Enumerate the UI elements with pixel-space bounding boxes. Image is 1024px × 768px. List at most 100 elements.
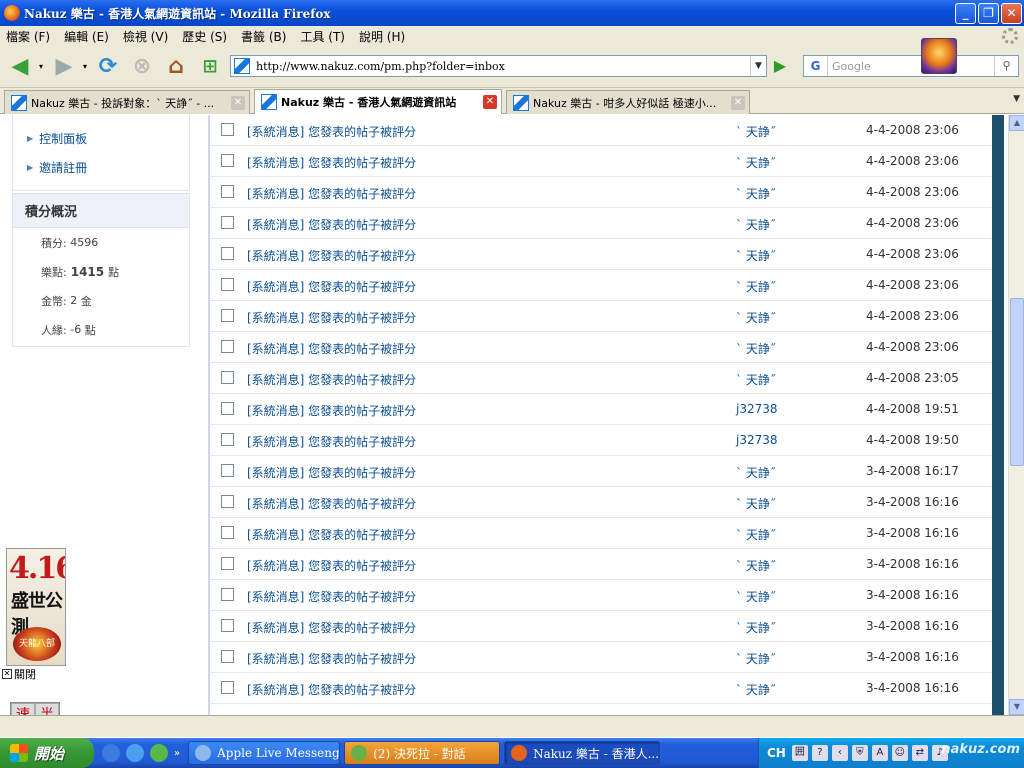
message-subject-link[interactable]: [系統消息] 您發表的帖子被評分	[247, 681, 416, 698]
message-sender-link[interactable]: ` 天諍˝	[736, 371, 776, 388]
message-subject-link[interactable]: [系統消息] 您發表的帖子被評分	[247, 526, 416, 543]
search-engine-icon[interactable]: G	[804, 56, 828, 76]
media-icon[interactable]	[150, 744, 168, 762]
sidebar-item-control-panel[interactable]: ▶ 控制面板	[12, 127, 190, 149]
message-row[interactable]: [系統消息] 您發表的帖子被評分 ` 天諍˝ 4-4-2008 23:06	[210, 270, 992, 301]
message-checkbox[interactable]	[221, 526, 234, 539]
shield-icon[interactable]: ⛨	[851, 745, 868, 761]
message-sender-link[interactable]: ` 天諍˝	[736, 185, 776, 202]
tab-complaint[interactable]: Nakuz 樂古 - 投訴對象：` 天諍˝ - ... ✕	[4, 90, 250, 114]
go-icon[interactable]: ▶	[770, 56, 790, 76]
network-icon[interactable]: ⇄	[911, 745, 928, 761]
ie-icon[interactable]	[126, 744, 144, 762]
message-row[interactable]: [系統消息] 您發表的帖子被評分 ` 天諍˝ 3-4-2008 16:16	[210, 673, 992, 704]
tab-close-icon[interactable]: ✕	[483, 95, 497, 109]
tab-close-icon[interactable]: ✕	[231, 95, 245, 110]
message-row[interactable]: [系統消息] 您發表的帖子被評分 ` 天諍˝ 3-4-2008 16:16	[210, 518, 992, 549]
message-subject-link[interactable]: [系統消息] 您發表的帖子被評分	[247, 247, 416, 264]
message-checkbox[interactable]	[221, 433, 234, 446]
task-messenger[interactable]: Apple Live Messenger	[188, 741, 341, 765]
message-checkbox[interactable]	[221, 681, 234, 694]
message-sender-link[interactable]: ` 天諍˝	[736, 216, 776, 233]
message-row[interactable]: [系統消息] 您發表的帖子被評分 ` 天諍˝ 4-4-2008 23:06	[210, 146, 992, 177]
search-icon[interactable]: ⚲	[994, 56, 1018, 76]
new-tab-icon[interactable]: ⊞	[196, 52, 224, 80]
message-subject-link[interactable]: [系統消息] 您發表的帖子被評分	[247, 402, 416, 419]
menu-history[interactable]: 歷史 (S)	[182, 28, 227, 45]
message-checkbox[interactable]	[221, 216, 234, 229]
message-checkbox[interactable]	[221, 402, 234, 415]
maximize-button[interactable]: ❐	[978, 2, 999, 24]
message-row[interactable]: [系統消息] 您發表的帖子被評分 ` 天諍˝ 3-4-2008 16:17	[210, 456, 992, 487]
minimize-button[interactable]: _	[955, 2, 976, 24]
close-window-button[interactable]: ✕	[1001, 2, 1022, 24]
message-checkbox[interactable]	[221, 464, 234, 477]
message-row[interactable]: [系統消息] 您發表的帖子被評分 ` 天諍˝ 4-4-2008 23:06	[210, 177, 992, 208]
message-sender-link[interactable]: ` 天諍˝	[736, 495, 776, 512]
message-subject-link[interactable]: [系統消息] 您發表的帖子被評分	[247, 185, 416, 202]
url-bar[interactable]: http://www.nakuz.com/pm.php?folder=inbox…	[230, 55, 767, 77]
message-checkbox[interactable]	[221, 588, 234, 601]
menu-bookmarks[interactable]: 書籤 (B)	[241, 28, 286, 45]
scroll-up-icon[interactable]: ▲	[1009, 115, 1024, 131]
message-checkbox[interactable]	[221, 340, 234, 353]
menu-tools[interactable]: 工具 (T)	[300, 28, 345, 45]
tab-close-icon[interactable]: ✕	[731, 95, 745, 110]
message-subject-link[interactable]: [系統消息] 您發表的帖子被評分	[247, 650, 416, 667]
message-sender-link[interactable]: ` 天諍˝	[736, 278, 776, 295]
message-row[interactable]: [系統消息] 您發表的帖子被評分 ` 天諍˝ 4-4-2008 23:06	[210, 239, 992, 270]
message-sender-link[interactable]: ` 天諍˝	[736, 681, 776, 698]
message-subject-link[interactable]: [系統消息] 您發表的帖子被評分	[247, 278, 416, 295]
message-row[interactable]: [系統消息] 您發表的帖子被評分 ` 天諍˝ 3-4-2008 16:16	[210, 611, 992, 642]
message-sender-link[interactable]: j32738	[736, 402, 778, 416]
tab-list-icon[interactable]: ▼	[1013, 94, 1020, 104]
message-sender-link[interactable]: ` 天諍˝	[736, 123, 776, 140]
message-subject-link[interactable]: [系統消息] 您發表的帖子被評分	[247, 495, 416, 512]
menu-help[interactable]: 說明 (H)	[359, 28, 405, 45]
message-subject-link[interactable]: [系統消息] 您發表的帖子被評分	[247, 216, 416, 233]
search-box[interactable]: G Google ⚲	[803, 55, 1019, 77]
message-subject-link[interactable]: [系統消息] 您發表的帖子被評分	[247, 557, 416, 574]
close-icon[interactable]: ✕	[2, 669, 12, 679]
message-sender-link[interactable]: ` 天諍˝	[736, 340, 776, 357]
sidebar-item-label[interactable]: 控制面板	[39, 130, 87, 147]
message-checkbox[interactable]	[221, 619, 234, 632]
message-subject-link[interactable]: [系統消息] 您發表的帖子被評分	[247, 123, 416, 140]
message-row[interactable]: [系統消息] 您發表的帖子被評分 ` 天諍˝ 4-4-2008 23:06	[210, 332, 992, 363]
start-button[interactable]: 開始	[0, 738, 94, 768]
message-row[interactable]: [系統消息] 您發表的帖子被評分 ` 天諍˝ 3-4-2008 16:16	[210, 487, 992, 518]
message-row[interactable]: [系統消息] 您發表的帖子被評分 ` 天諍˝ 4-4-2008 23:06	[210, 301, 992, 332]
message-sender-link[interactable]: ` 天諍˝	[736, 464, 776, 481]
close-ad-label[interactable]: 關閉	[14, 666, 36, 682]
back-dropdown-icon[interactable]: ▾	[36, 52, 46, 80]
scroll-thumb[interactable]	[1010, 298, 1024, 466]
tab-active-home[interactable]: Nakuz 樂古 - 香港人氣網遊資訊站 ✕	[254, 89, 502, 114]
tab-discussion[interactable]: Nakuz 樂古 - 咁多人好似話 極速小... ✕	[506, 90, 750, 114]
message-row[interactable]: [系統消息] 您發表的帖子被評分 ` 天諍˝ 3-4-2008 16:16	[210, 642, 992, 673]
search-placeholder[interactable]: Google	[828, 60, 994, 73]
message-subject-link[interactable]: [系統消息] 您發表的帖子被評分	[247, 588, 416, 605]
message-checkbox[interactable]	[221, 557, 234, 570]
message-checkbox[interactable]	[221, 154, 234, 167]
message-subject-link[interactable]: [系統消息] 您發表的帖子被評分	[247, 371, 416, 388]
message-checkbox[interactable]	[221, 309, 234, 322]
menu-view[interactable]: 檢視 (V)	[123, 28, 168, 45]
message-sender-link[interactable]: ` 天諍˝	[736, 557, 776, 574]
message-sender-link[interactable]: ` 天諍˝	[736, 526, 776, 543]
url-text[interactable]: http://www.nakuz.com/pm.php?folder=inbox	[256, 60, 505, 73]
tray-arrow-icon[interactable]: ‹	[831, 745, 848, 761]
url-dropdown-icon[interactable]: ▼	[750, 56, 766, 76]
floating-ad[interactable]: 4.16 盛世公測 天龍八部	[6, 548, 66, 666]
message-sender-link[interactable]: ` 天諍˝	[736, 154, 776, 171]
message-row[interactable]: [系統消息] 您發表的帖子被評分 ` 天諍˝ 3-4-2008 16:16	[210, 580, 992, 611]
home-icon[interactable]: ⌂	[162, 52, 190, 80]
message-sender-link[interactable]: ` 天諍˝	[736, 588, 776, 605]
message-subject-link[interactable]: [系統消息] 您發表的帖子被評分	[247, 340, 416, 357]
message-row[interactable]: [系統消息] 您發表的帖子被評分 j32738 4-4-2008 19:50	[210, 425, 992, 456]
message-sender-link[interactable]: j32738	[736, 433, 778, 447]
ati-icon[interactable]: A	[871, 745, 888, 761]
scroll-down-icon[interactable]: ▼	[1009, 699, 1024, 715]
stop-icon[interactable]: ⊗	[128, 52, 156, 80]
message-checkbox[interactable]	[221, 371, 234, 384]
message-checkbox[interactable]	[221, 185, 234, 198]
